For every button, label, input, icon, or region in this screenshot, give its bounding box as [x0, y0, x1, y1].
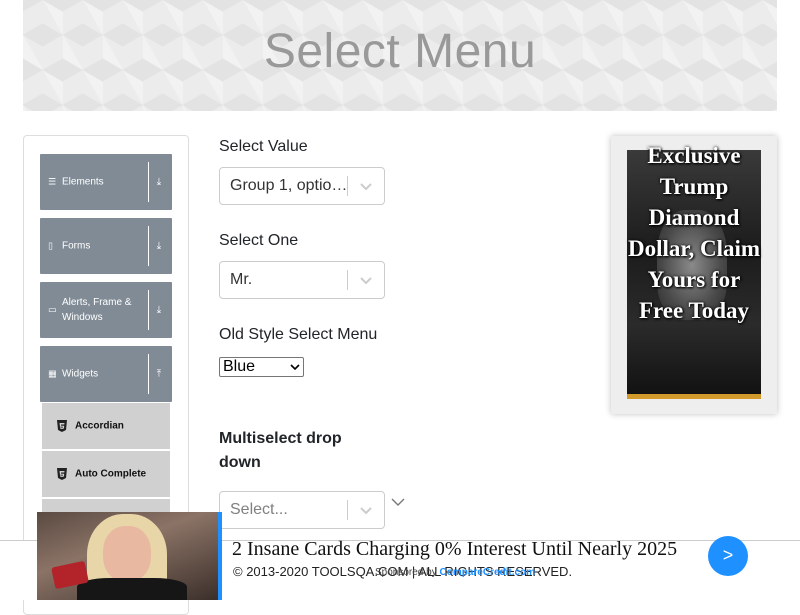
- download-icon: ⤓: [156, 304, 162, 316]
- ad-sponsor: Sponsored by CompareCredit.com: [375, 567, 536, 578]
- ad-go-button[interactable]: >: [708, 536, 748, 576]
- chevron-down-icon[interactable]: [358, 178, 374, 194]
- grid-icon: ▦: [48, 368, 57, 379]
- sidebar-item-label: Accordian: [75, 420, 124, 432]
- old-style-select-label: Old Style Select Menu: [219, 326, 378, 343]
- upload-icon: ⤒: [156, 368, 162, 380]
- list-icon: ☰: [48, 176, 57, 187]
- nav-group-alerts-frame-windows[interactable]: ▭ Alerts, Frame & Windows ⤓: [40, 282, 172, 338]
- select-one-label: Select One: [219, 232, 299, 249]
- sidebar-item-accordian[interactable]: Accordian: [42, 403, 170, 449]
- html5-icon: [57, 468, 67, 480]
- nav-group-forms[interactable]: ▯ Forms ⤓: [40, 218, 172, 274]
- download-icon: ⤓: [156, 240, 162, 252]
- sidebar-item-label: Auto Complete: [75, 468, 147, 480]
- select-value-label: Select Value: [219, 138, 308, 155]
- page-header-banner: Select Menu: [23, 0, 777, 111]
- page-title: Select Menu: [263, 25, 537, 78]
- chevron-down-icon[interactable]: [358, 272, 374, 288]
- select-value-current: Group 1, option 1: [230, 177, 348, 194]
- nav-group-label: Widgets: [62, 368, 99, 380]
- multiselect-label: Multiselect drop down: [219, 430, 342, 471]
- ad-headline[interactable]: 2 Insane Cards Charging 0% Interest Unti…: [232, 538, 677, 561]
- document-icon: ▯: [48, 240, 53, 251]
- ad-photo: [37, 512, 218, 600]
- sponsor-link[interactable]: CompareCredit.com: [440, 567, 536, 578]
- download-icon: ⤓: [156, 176, 162, 188]
- nav-group-widgets[interactable]: ▦ Widgets ⤒: [40, 346, 172, 402]
- select-value-dropdown[interactable]: Group 1, option 1: [219, 167, 385, 205]
- sidebar-item-auto-complete[interactable]: Auto Complete: [42, 451, 170, 497]
- chevron-down-icon: [290, 364, 300, 371]
- bottom-advertisement[interactable]: 2 Insane Cards Charging 0% Interest Unti…: [37, 512, 800, 600]
- nav-group-label: Alerts, Frame & Windows: [62, 297, 132, 323]
- old-style-select[interactable]: Blue: [219, 357, 304, 377]
- select-one-dropdown[interactable]: Mr.: [219, 261, 385, 299]
- html5-icon: [57, 420, 67, 432]
- window-icon: ▭: [48, 304, 57, 315]
- nav-group-label: Forms: [62, 240, 91, 252]
- right-advertisement[interactable]: Exclusive Trump Diamond Dollar, Claim Yo…: [611, 136, 777, 414]
- nav-group-label: Elements: [62, 176, 104, 188]
- chevron-down-icon[interactable]: [390, 496, 406, 508]
- select-one-current: Mr.: [230, 271, 253, 288]
- nav-group-elements[interactable]: ☰ Elements ⤓: [40, 154, 172, 210]
- ad-text: Exclusive Trump Diamond Dollar, Claim Yo…: [627, 143, 761, 323]
- old-style-select-value: Blue: [223, 358, 256, 375]
